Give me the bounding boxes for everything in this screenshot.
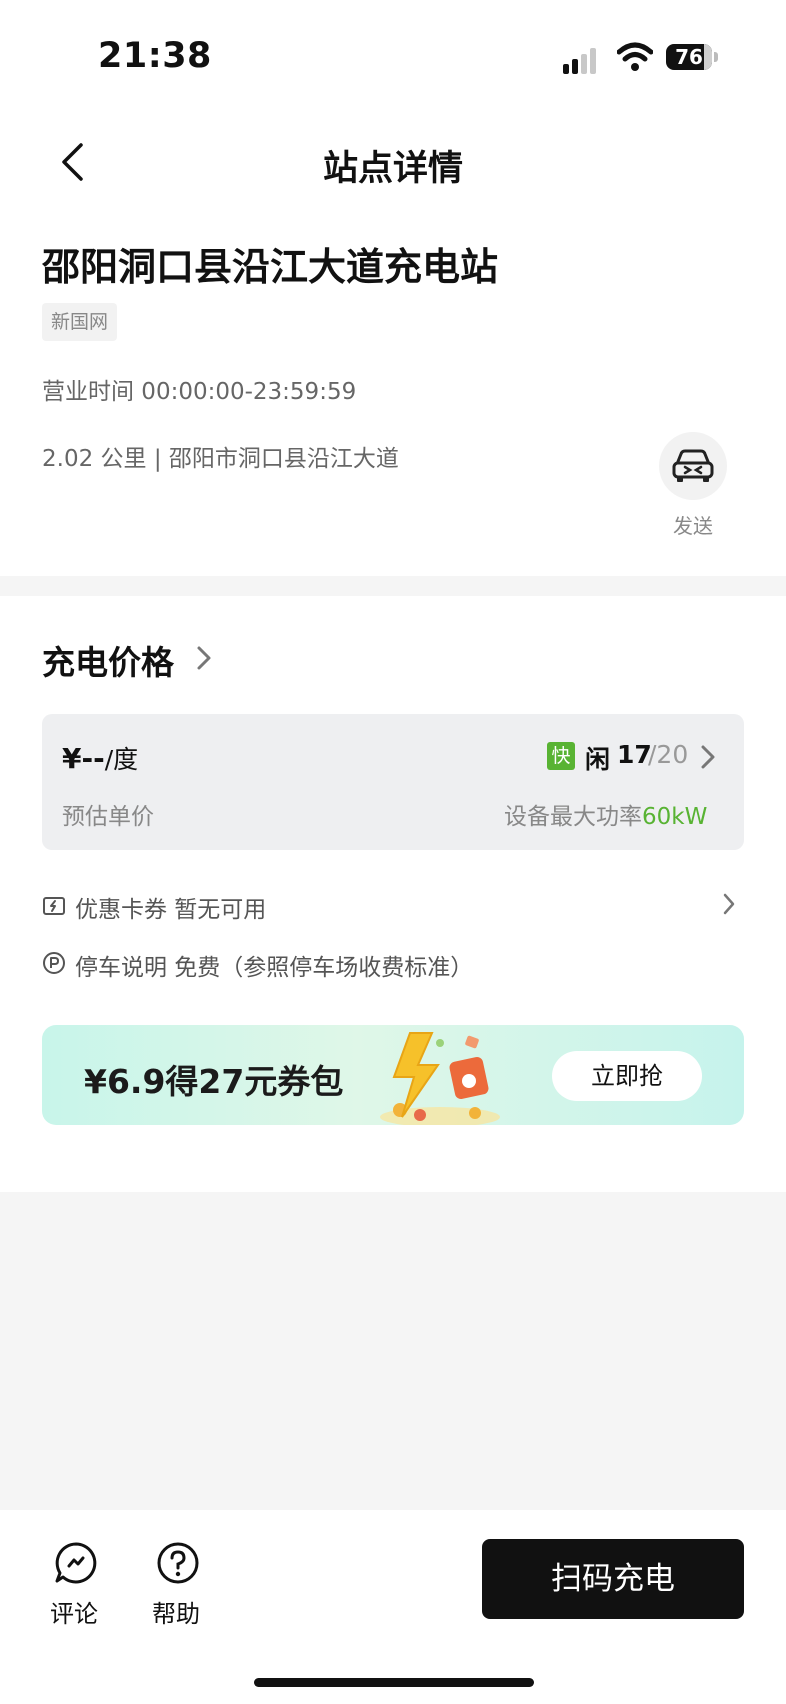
idle-total: /20 xyxy=(648,740,689,769)
idle-label: 闲 xyxy=(585,745,611,774)
chevron-right-icon[interactable] xyxy=(700,744,716,770)
operator-tag: 新国网 xyxy=(42,303,118,341)
battery-icon: 76 xyxy=(666,44,712,70)
fast-badge: 快 xyxy=(547,742,575,770)
coupon-icon xyxy=(42,894,66,918)
promo-text: ¥6.9得27元券包 xyxy=(84,1062,344,1101)
idle-available: 17 xyxy=(617,740,652,769)
wifi-icon xyxy=(616,42,654,72)
business-hours: 营业时间 00:00:00-23:59:59 xyxy=(42,379,357,405)
max-power: 设备最大功率60kW xyxy=(504,797,707,831)
send-label: 发送 xyxy=(673,514,713,538)
price-amount: ¥-- xyxy=(62,742,105,775)
price-sub-label: 预估单价 xyxy=(62,804,154,830)
chevron-right-icon[interactable] xyxy=(722,892,736,916)
help-label[interactable]: 帮助 xyxy=(152,1594,200,1629)
comment-icon[interactable] xyxy=(54,1541,98,1585)
chevron-right-icon[interactable] xyxy=(194,643,214,673)
coupon-text: 优惠卡券 暂无可用 xyxy=(75,897,267,923)
lightning-icon xyxy=(380,1025,550,1127)
comment-label[interactable]: 评论 xyxy=(50,1594,98,1629)
station-address[interactable]: 2.02 公里 | 邵阳市洞口县沿江大道 xyxy=(42,439,399,473)
status-time: 21:38 xyxy=(98,36,212,76)
signal-icon xyxy=(563,46,603,74)
promo-claim-button[interactable]: 立即抢 xyxy=(552,1051,702,1101)
price-unit: /度 xyxy=(104,745,139,774)
station-name: 邵阳洞口县沿江大道充电站 xyxy=(42,245,499,289)
page-title: 站点详情 xyxy=(322,149,463,189)
price-heading[interactable]: 充电价格 xyxy=(42,636,174,684)
parking-text: 停车说明 免费（参照停车场收费标准） xyxy=(75,955,474,981)
home-indicator xyxy=(254,1678,534,1687)
help-icon[interactable] xyxy=(156,1541,200,1585)
price-value: ¥--/度 xyxy=(62,740,138,776)
scan-charge-button[interactable]: 扫码充电 xyxy=(482,1539,744,1619)
send-button[interactable] xyxy=(659,432,727,500)
battery-tip xyxy=(714,52,718,62)
parking-icon xyxy=(42,951,66,975)
power-value: 60kW xyxy=(642,804,708,830)
car-icon xyxy=(672,449,714,482)
battery-level: 76 xyxy=(675,45,703,69)
power-label: 设备最大功率 xyxy=(504,804,642,830)
